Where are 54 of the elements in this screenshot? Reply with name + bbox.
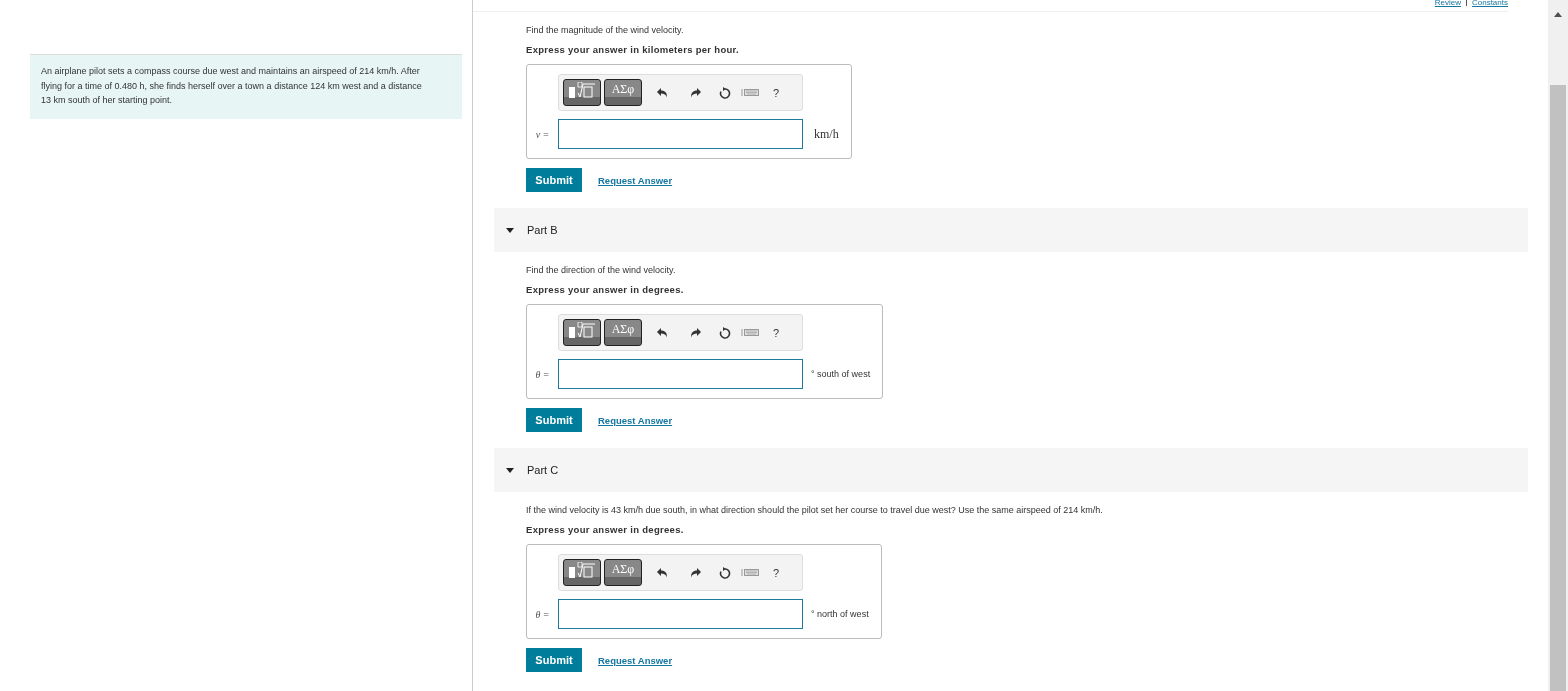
redo-icon[interactable] <box>691 567 701 578</box>
scroll-up-icon[interactable] <box>1554 12 1562 17</box>
submit-button[interactable]: Submit <box>526 168 582 192</box>
symbols-button[interactable]: ΑΣφ <box>604 319 642 346</box>
request-answer-link[interactable]: Request Answer <box>598 174 673 186</box>
submit-button[interactable]: Submit <box>526 408 582 432</box>
instruction-text: Express your answer in degrees. <box>526 284 685 296</box>
redo-icon[interactable] <box>691 327 701 338</box>
instruction-text: Express your answer in degrees. <box>526 524 685 536</box>
template-button[interactable] <box>563 559 601 586</box>
help-button[interactable]: ? <box>773 326 780 339</box>
question-text: If the wind velocity is 43 km/h due south, in what direction should the pilot set her course to travel due west? Use the same airspeed of 214 km/h. <box>526 504 1104 516</box>
undo-icon[interactable] <box>657 87 667 98</box>
template-button[interactable] <box>563 319 601 346</box>
question-text: Find the direction of the wind velocity. <box>526 264 677 276</box>
part-title: Part C <box>527 464 559 476</box>
collapse-icon <box>505 226 515 234</box>
request-answer-link[interactable]: Request Answer <box>598 414 673 426</box>
unit-label: km/h <box>814 126 839 142</box>
undo-icon[interactable] <box>657 327 667 338</box>
request-answer-link[interactable]: Request Answer <box>598 654 673 666</box>
scrollbar[interactable] <box>1548 0 1568 691</box>
part-header[interactable]: Part C <box>494 448 1528 492</box>
question-text: Find the magnitude of the wind velocity. <box>526 24 685 36</box>
instruction-text: Express your answer in kilometers per hour. <box>526 44 740 56</box>
header-link[interactable]: Review <box>1434 0 1461 6</box>
template-button[interactable] <box>563 79 601 106</box>
header-link[interactable]: Constants <box>1465 0 1508 6</box>
keyboard-icon[interactable] <box>741 88 759 97</box>
undo-icon[interactable] <box>657 567 667 578</box>
redo-icon[interactable] <box>691 87 701 98</box>
keyboard-icon[interactable] <box>741 328 759 337</box>
variable-label: v = <box>534 128 551 140</box>
unit-label: ° north of west <box>811 609 869 619</box>
problem-text: An airplane pilot sets a compass course due west and maintains an airspeed of 214 km/h. After flying for a time of 0.480 h, she finds herself over a town a distance 124 km west and a distance 13 km south of her starting point. <box>30 54 462 119</box>
answer-field[interactable] <box>558 359 803 389</box>
scroll-thumb[interactable] <box>1550 85 1566 691</box>
help-button[interactable]: ? <box>773 566 780 579</box>
answer-field[interactable] <box>558 599 803 629</box>
symbols-button[interactable]: ΑΣφ <box>604 559 642 586</box>
reset-icon[interactable] <box>719 326 731 339</box>
reset-icon[interactable] <box>719 86 731 99</box>
symbols-button[interactable]: ΑΣφ <box>604 79 642 106</box>
unit-label: ° south of west <box>811 369 871 379</box>
collapse-icon <box>505 466 515 474</box>
keyboard-icon[interactable] <box>741 568 759 577</box>
answer-field[interactable] <box>558 119 803 149</box>
part-header[interactable]: Part B <box>494 208 1528 252</box>
variable-label: θ = <box>534 608 551 620</box>
variable-label: θ = <box>534 368 551 380</box>
submit-button[interactable]: Submit <box>526 648 582 672</box>
part-title: Part B <box>527 224 558 236</box>
help-button[interactable]: ? <box>773 86 780 99</box>
reset-icon[interactable] <box>719 566 731 579</box>
